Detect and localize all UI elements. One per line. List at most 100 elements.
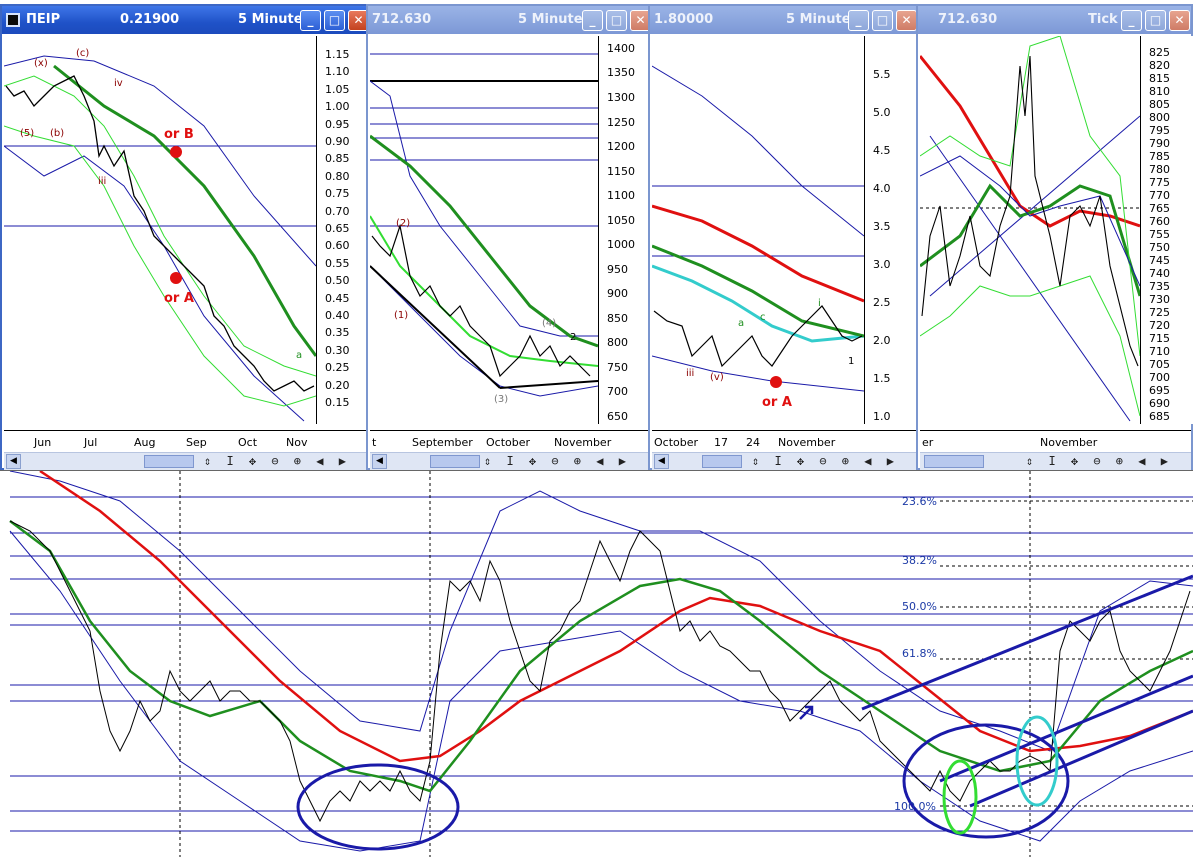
maximize-button[interactable]: □: [1145, 10, 1166, 31]
y-tick: 2.0: [873, 334, 891, 347]
x-tick: October: [486, 436, 531, 449]
y-tick: 0.40: [325, 309, 350, 322]
annotation: iv: [114, 78, 123, 89]
window-symbol: ΠΕΙΡ: [26, 12, 61, 27]
y-tick: 0.95: [325, 118, 350, 131]
y-tick: 755: [1149, 228, 1170, 241]
y-tick: 1250: [607, 116, 635, 129]
y-tick: 750: [1149, 241, 1170, 254]
y-tick: 1000: [607, 238, 635, 251]
y-tick: 815: [1149, 72, 1170, 85]
y-tick: 650: [607, 410, 628, 423]
chart-window-2[interactable]: 712.630 5 Minute _ □ ✕ (2) (1) (3) (4) 2…: [366, 4, 654, 482]
minimize-button[interactable]: _: [1121, 10, 1142, 31]
scroll-thumb[interactable]: [702, 455, 742, 468]
x-axis: October 17 24 November: [652, 430, 918, 450]
x-tick: November: [778, 436, 836, 449]
y-tick: 0.45: [325, 292, 350, 305]
x-tick: Aug: [134, 436, 156, 449]
y-axis: 1400 1350 1300 1250 1200 1150 1100 1050 …: [598, 36, 652, 424]
y-tick: 900: [607, 287, 628, 300]
maximize-button[interactable]: □: [606, 10, 627, 31]
window-value: 712.630: [372, 12, 432, 27]
y-tick: 3.0: [873, 258, 891, 271]
y-tick: 5.0: [873, 106, 891, 119]
y-tick: 1300: [607, 91, 635, 104]
close-button[interactable]: ✕: [896, 10, 917, 31]
annotation: (x): [34, 58, 48, 69]
scroll-thumb[interactable]: [430, 455, 480, 468]
scrollbar[interactable]: ◀ ⇕ I ✥ ⊖ ⊕ ◀ ▶ ⊟: [4, 452, 370, 482]
y-tick: 800: [607, 336, 628, 349]
y-tick: 3.5: [873, 220, 891, 233]
title-bar[interactable]: 712.630 Tick _ □ ✕: [918, 6, 1191, 34]
scroll-left-button[interactable]: ◀: [6, 454, 21, 469]
minimize-button[interactable]: _: [848, 10, 869, 31]
annotation: or B: [164, 127, 194, 142]
y-tick: 750: [607, 361, 628, 374]
window-value: 712.630: [938, 12, 998, 27]
y-axis: 5.5 5.0 4.5 4.0 3.5 3.0 2.5 2.0 1.5 1.0: [864, 36, 918, 424]
y-tick: 0.80: [325, 170, 350, 183]
y-tick: 760: [1149, 215, 1170, 228]
maximize-button[interactable]: □: [872, 10, 893, 31]
annotation: (c): [76, 48, 89, 59]
window-interval: 5 Minute: [238, 12, 303, 27]
x-tick: Oct: [238, 436, 258, 449]
y-tick: 800: [1149, 111, 1170, 124]
minimize-button[interactable]: _: [300, 10, 321, 31]
window-interval: Tick: [1088, 12, 1118, 27]
x-axis: t September October November: [370, 430, 652, 450]
chart-window-3[interactable]: 1.80000 5 Minute _ □ ✕ or A iii (v) a c …: [648, 4, 920, 482]
x-tick: 17: [714, 436, 728, 449]
chart-window-1[interactable]: ΠΕΙΡ 0.21900 5 Minute _ □ ✕ or B or A (x…: [0, 4, 372, 482]
x-tick: er: [922, 436, 934, 449]
y-tick: 740: [1149, 267, 1170, 280]
fib-level-label: 100.0%: [894, 800, 936, 813]
y-tick: 0.60: [325, 239, 350, 252]
price-plot[interactable]: [920, 36, 1140, 426]
y-tick: 1050: [607, 214, 635, 227]
main-chart[interactable]: [0, 471, 1193, 857]
window-value: 0.21900: [120, 12, 180, 27]
y-tick: 0.20: [325, 379, 350, 392]
annotation: or A: [762, 395, 792, 410]
y-tick: 810: [1149, 85, 1170, 98]
annotation: (1): [394, 310, 408, 321]
price-plot[interactable]: or A iii (v) a c i 1: [652, 36, 864, 426]
main-chart-panel[interactable]: 23.6% 38.2% 50.0% 61.8% 100.0%: [0, 470, 1193, 857]
fib-level-label: 50.0%: [902, 600, 937, 613]
x-tick: November: [1040, 436, 1098, 449]
title-bar[interactable]: 1.80000 5 Minute _ □ ✕: [650, 6, 918, 34]
scroll-left-button[interactable]: ◀: [372, 454, 387, 469]
y-tick: 0.65: [325, 222, 350, 235]
title-bar[interactable]: ΠΕΙΡ 0.21900 5 Minute _ □ ✕: [2, 6, 370, 34]
annotation: c: [760, 312, 766, 323]
scroll-thumb[interactable]: [924, 455, 984, 468]
scroll-thumb[interactable]: [144, 455, 194, 468]
close-button[interactable]: ✕: [1169, 10, 1190, 31]
scrollbar[interactable]: ⇕ I ✥ ⊖ ⊕ ◀ ▶ ⊟: [920, 452, 1191, 482]
minimize-button[interactable]: _: [582, 10, 603, 31]
annotation: or A: [164, 291, 194, 306]
annotation: 2: [570, 332, 576, 343]
y-tick: 0.85: [325, 152, 350, 165]
scrollbar[interactable]: ◀ ⇕ I ✥ ⊖ ⊕ ◀ ▶ ⊟: [652, 452, 918, 482]
scrollbar[interactable]: ◀ ⇕ I ✥ ⊖ ⊕ ◀ ▶ ⊟: [370, 452, 652, 482]
y-tick: 5.5: [873, 68, 891, 81]
scroll-left-button[interactable]: ◀: [654, 454, 669, 469]
x-tick: Jul: [84, 436, 98, 449]
chart-window-4[interactable]: 712.630 Tick _ □ ✕ 825 820 815 810 805 8…: [916, 4, 1193, 482]
price-plot[interactable]: or B or A (x) (c) (5) (b) iv iii a: [4, 36, 316, 426]
y-tick: 0.50: [325, 274, 350, 287]
title-bar[interactable]: 712.630 5 Minute _ □ ✕: [368, 6, 652, 34]
annotation: 1: [848, 356, 854, 367]
price-plot[interactable]: (2) (1) (3) (4) 2: [370, 36, 598, 426]
annotation: (2): [396, 218, 410, 229]
app-icon: [6, 13, 20, 27]
y-tick: 0.15: [325, 396, 350, 409]
maximize-button[interactable]: □: [324, 10, 345, 31]
y-tick: 0.75: [325, 187, 350, 200]
window-interval: 5 Minute: [518, 12, 583, 27]
y-tick: 0.25: [325, 361, 350, 374]
